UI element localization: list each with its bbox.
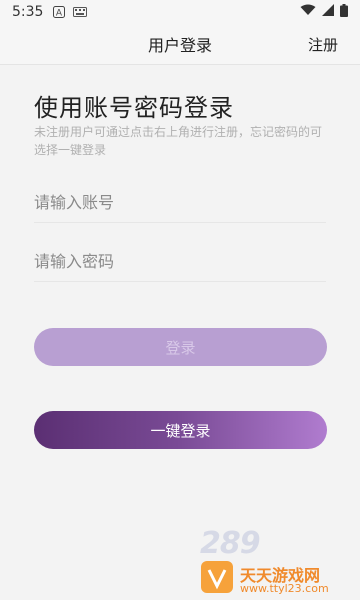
svg-text:A: A [56,9,63,19]
battery-icon [340,3,348,21]
header-divider [0,64,360,65]
status-time: 5:35 [12,4,44,20]
page-title: 用户登录 [147,36,212,55]
login-button[interactable]: 登录 [34,328,327,366]
watermark-logo-icon [200,560,234,594]
title-bar: 用户登录 注册 [0,24,360,64]
notification-a-icon: A [53,6,66,19]
site-watermark: 289 天天游戏网 www.ttyl23.com [196,522,360,600]
password-field [34,241,326,282]
keyboard-icon [73,7,88,17]
watermark-site-url: www.ttyl23.com [240,582,329,595]
watermark-brand-number: 289 [200,526,261,561]
account-input[interactable] [34,182,326,222]
password-input[interactable] [34,241,326,281]
one-key-login-button[interactable]: 一键登录 [34,411,327,449]
status-bar: 5:35 A [0,0,360,24]
wifi-icon [300,4,316,20]
login-heading: 使用账号密码登录 [34,94,234,122]
signal-icon [322,4,334,20]
register-link[interactable]: 注册 [308,34,338,55]
account-field [34,182,326,223]
login-hint-text: 未注册用户可通过点击右上角进行注册，忘记密码的可选择一键登录 [34,125,323,157]
